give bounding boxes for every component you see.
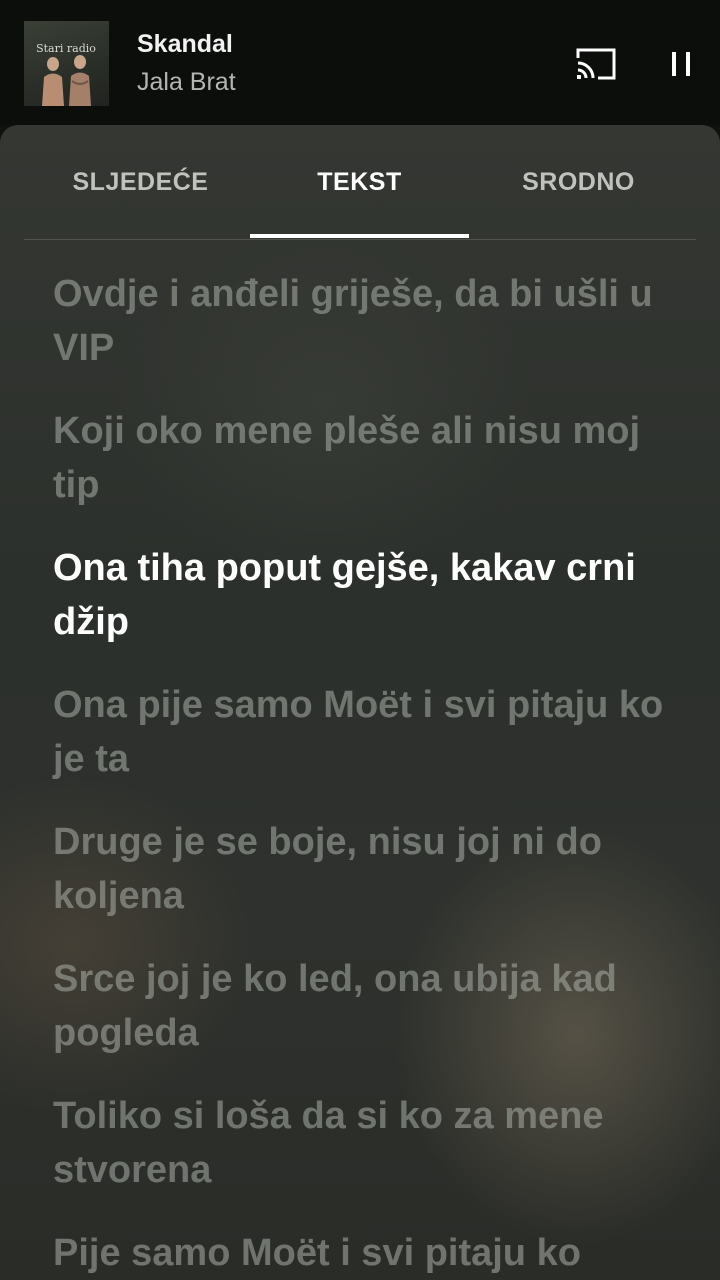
tab-lyrics[interactable]: TEKST	[250, 125, 469, 239]
mini-player[interactable]: Stari radio Skandal Jala Brat	[0, 0, 720, 125]
tab-bar: SLJEDEĆE TEKST SRODNO	[24, 125, 696, 240]
track-title[interactable]: Skandal	[137, 30, 233, 59]
track-artist[interactable]: Jala Brat	[137, 68, 236, 97]
lyric-line[interactable]: Ona pije samo Moët i svi pitaju ko je ta	[53, 678, 673, 786]
lyric-line[interactable]: Pije samo Moët i svi pitaju ko	[53, 1226, 673, 1280]
tab-related[interactable]: SRODNO	[469, 125, 688, 239]
lyric-line[interactable]: Koji oko mene pleše ali nisu moj tip	[53, 404, 673, 512]
lyrics-list[interactable]: Ovdje i anđeli griješe, da bi ušli u VIP…	[53, 267, 673, 1280]
pause-icon[interactable]	[664, 46, 700, 82]
album-art-image: Stari radio	[36, 42, 96, 106]
lyric-line-current[interactable]: Ona tiha poput gejše, kakav crni džip	[53, 541, 673, 649]
bottom-sheet: SLJEDEĆE TEKST SRODNO Ovdje i anđeli gri…	[0, 125, 720, 1280]
album-art[interactable]: Stari radio	[24, 21, 109, 106]
lyric-line[interactable]: Toliko si loša da si ko za mene stvorena	[53, 1089, 673, 1197]
lyric-line[interactable]: Ovdje i anđeli griješe, da bi ušli u VIP	[53, 267, 673, 375]
active-tab-indicator	[250, 234, 469, 238]
tab-up-next[interactable]: SLJEDEĆE	[31, 125, 250, 239]
lyric-line[interactable]: Druge je se boje, nisu joj ni do koljena	[53, 815, 673, 923]
cast-icon[interactable]	[574, 46, 618, 82]
lyric-line[interactable]: Srce joj je ko led, ona ubija kad pogled…	[53, 952, 673, 1060]
album-art-text: Stari radio	[36, 42, 96, 55]
